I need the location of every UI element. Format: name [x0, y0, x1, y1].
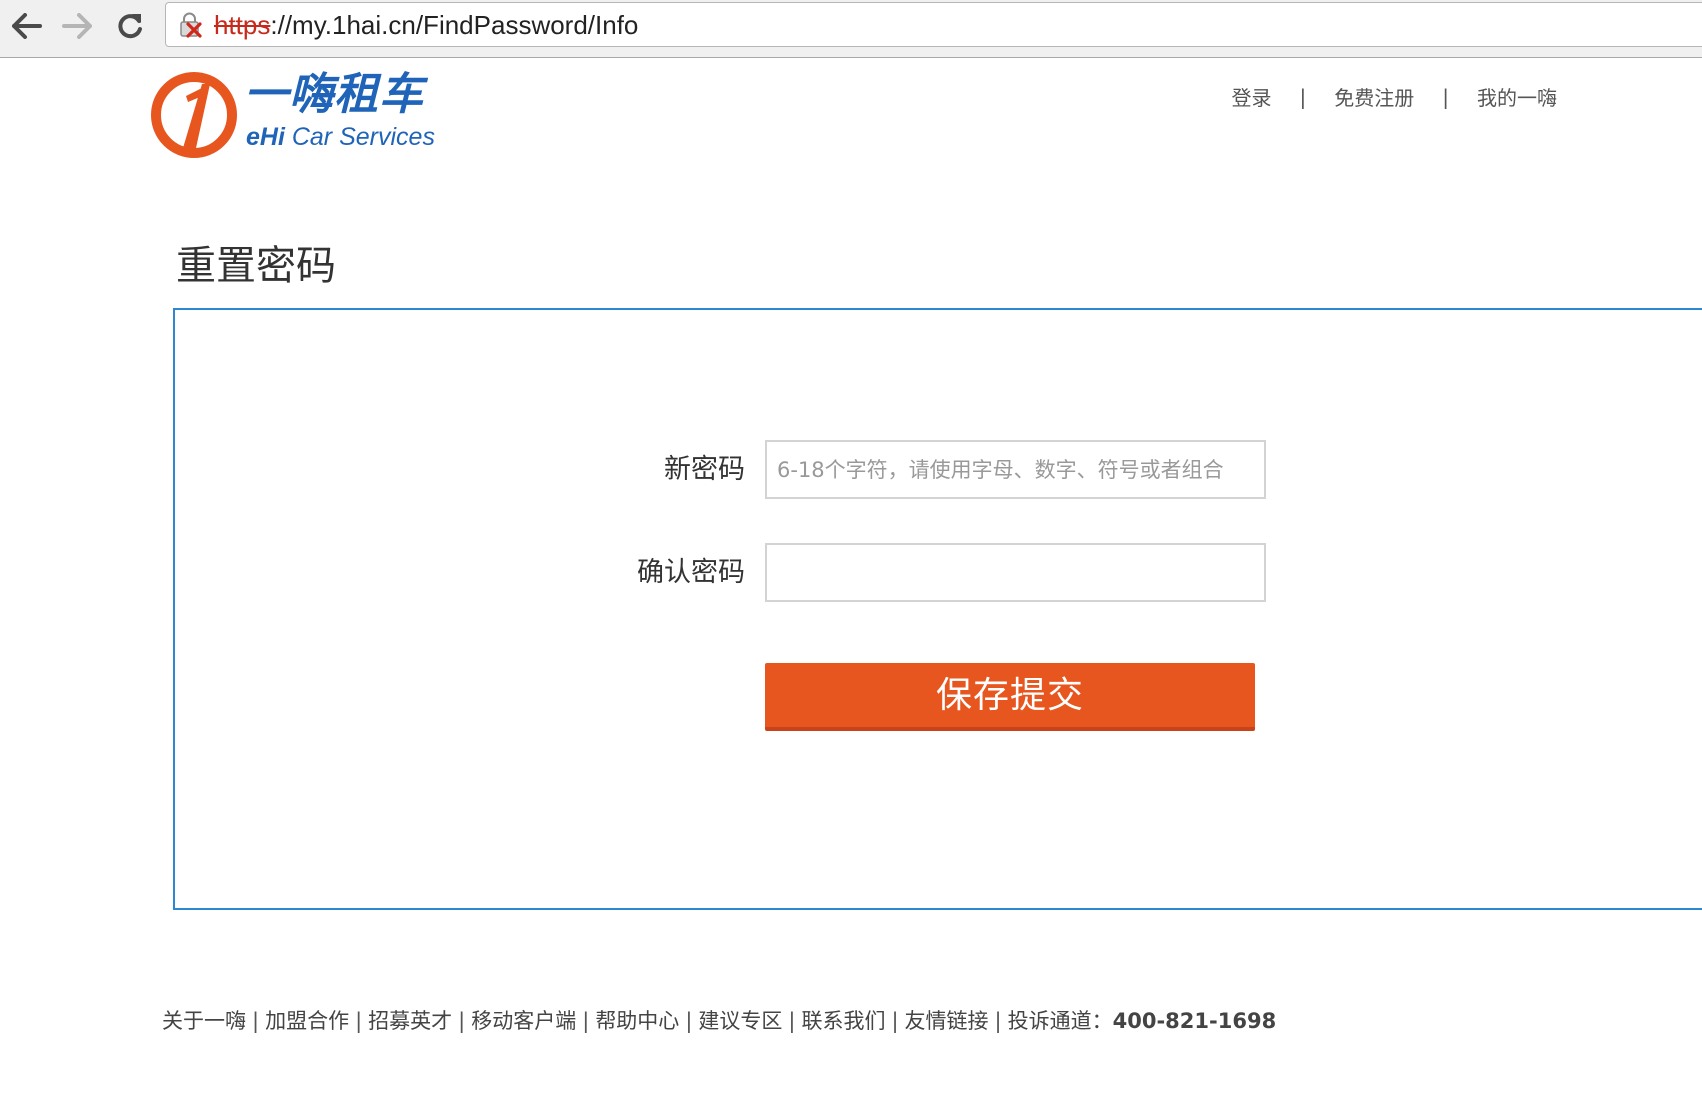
reset-password-panel — [173, 308, 1702, 910]
url-rest: ://my.1hai.cn/FindPassword/Info — [270, 10, 639, 40]
footer-link-mobile[interactable]: 移动客户端 — [471, 1009, 576, 1033]
url-scheme: https — [214, 10, 271, 40]
insecure-lock-icon — [180, 12, 202, 38]
login-link[interactable]: 登录 — [1232, 82, 1272, 111]
top-nav-separator: | — [1442, 84, 1449, 109]
footer-separator: | — [458, 1009, 466, 1033]
page-title: 重置密码 — [176, 243, 336, 289]
top-nav-separator: | — [1299, 84, 1307, 109]
footer-separator: | — [788, 1009, 796, 1033]
forward-button[interactable] — [58, 7, 96, 45]
new-password-input[interactable] — [765, 440, 1266, 499]
top-nav: 登录 | 免费注册 | 我的一嗨 — [1232, 82, 1558, 111]
confirm-password-label: 确认密码 — [637, 557, 745, 588]
save-submit-button[interactable]: 保存提交 — [765, 663, 1255, 731]
ehi-logo-mark-icon — [151, 72, 237, 158]
address-bar[interactable]: https://my.1hai.cn/FindPassword/Info — [165, 2, 1702, 47]
footer-separator: | — [582, 1009, 590, 1033]
footer-link-help[interactable]: 帮助中心 — [595, 1009, 679, 1033]
footer-links: 关于一嗨 | 加盟合作 | 招募英才 | 移动客户端 | 帮助中心 | 建议专区 | 联系我们 | 友情链接… — [162, 1006, 1276, 1036]
arrow-right-icon — [62, 13, 92, 39]
logo-chinese-text: 一嗨租车 — [244, 69, 424, 120]
logo-english-text: eHi Car Services — [246, 122, 435, 152]
logo-english-brand: eHi — [246, 123, 285, 151]
footer-separator: | — [994, 1009, 1002, 1033]
footer-separator: | — [252, 1009, 260, 1033]
reload-icon — [118, 14, 142, 39]
footer-link-careers[interactable]: 招募英才 — [368, 1009, 452, 1033]
confirm-password-input[interactable] — [765, 543, 1266, 602]
reload-button[interactable] — [111, 7, 149, 45]
footer-separator: | — [355, 1009, 363, 1033]
browser-toolbar: https://my.1hai.cn/FindPassword/Info — [0, 0, 1702, 58]
back-button[interactable] — [8, 7, 46, 45]
footer-link-suggestions[interactable]: 建议专区 — [698, 1009, 782, 1033]
footer-link-friends[interactable]: 友情链接 — [905, 1009, 989, 1033]
footer-separator: | — [685, 1009, 693, 1033]
footer-link-franchise[interactable]: 加盟合作 — [265, 1009, 349, 1033]
footer-separator: | — [891, 1009, 899, 1033]
arrow-left-icon — [12, 13, 42, 39]
ehi-logo[interactable]: 一嗨租车 eHi Car Services — [150, 68, 470, 160]
footer-link-about[interactable]: 关于一嗨 — [162, 1009, 246, 1033]
footer-link-contact[interactable]: 联系我们 — [801, 1009, 885, 1033]
register-link[interactable]: 免费注册 — [1334, 82, 1414, 111]
url-text: https://my.1hai.cn/FindPassword/Info — [214, 10, 638, 40]
footer-hotline-label: 投诉通道： — [1007, 1009, 1113, 1033]
new-password-label: 新密码 — [664, 454, 745, 485]
footer-hotline-number: 400-821-1698 — [1112, 1009, 1277, 1033]
my-ehi-link[interactable]: 我的一嗨 — [1477, 82, 1557, 111]
logo-english-rest: Car Services — [284, 123, 435, 151]
